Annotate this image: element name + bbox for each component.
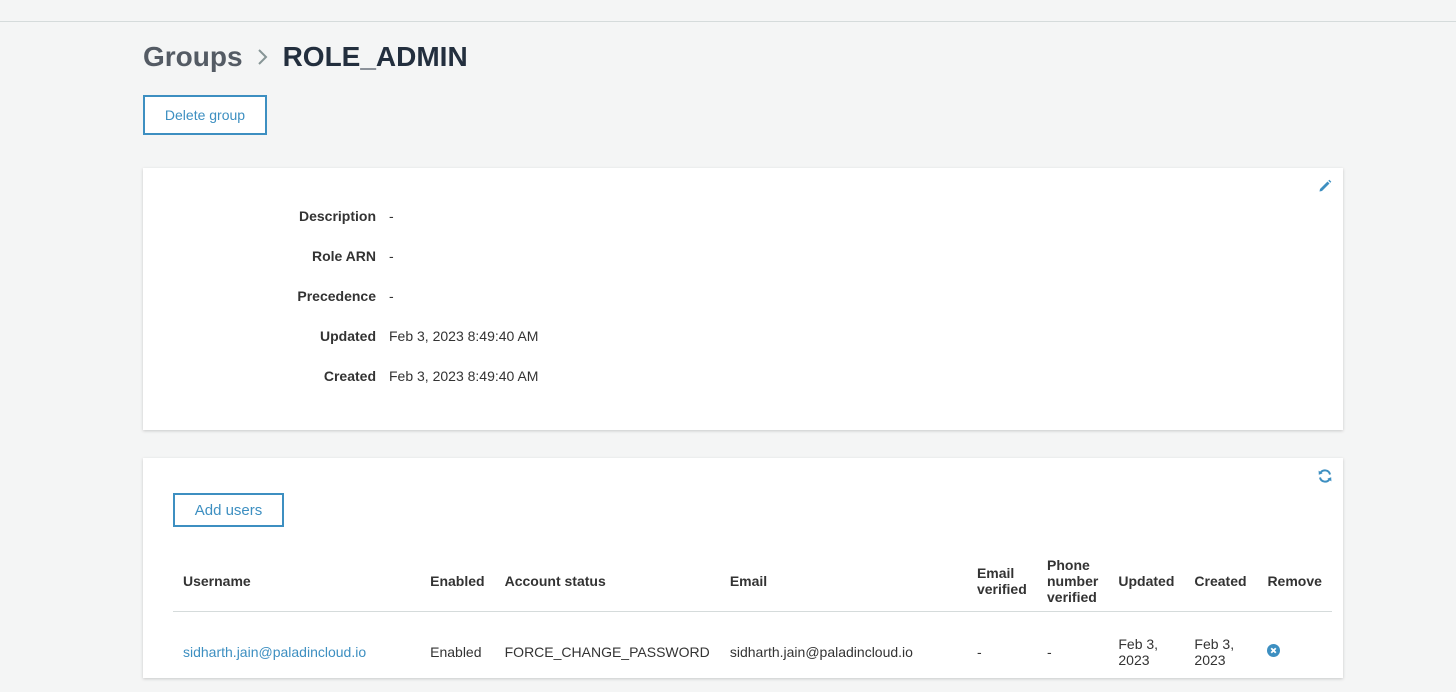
table-row: sidharth.jain@paladincloud.io Enabled FO…: [173, 612, 1332, 692]
column-header-updated[interactable]: Updated: [1108, 551, 1184, 612]
refresh-icon[interactable]: [1317, 468, 1333, 484]
email-cell: sidharth.jain@paladincloud.io: [720, 612, 967, 692]
role-arn-label: Role ARN: [143, 248, 376, 264]
detail-row-created: Created Feb 3, 2023 8:49:40 AM: [143, 366, 538, 386]
pencil-icon[interactable]: [1317, 178, 1333, 194]
email-verified-cell: -: [967, 612, 1037, 692]
page-title: ROLE_ADMIN: [283, 41, 468, 73]
chevron-right-icon: [249, 40, 277, 74]
created-cell: Feb 3, 2023: [1184, 612, 1257, 692]
created-label: Created: [143, 368, 376, 384]
column-header-email-verified[interactable]: Email verified: [967, 551, 1037, 612]
column-header-email[interactable]: Email: [720, 551, 967, 612]
account-status-cell: FORCE_CHANGE_PASSWORD: [495, 612, 720, 692]
column-header-remove: Remove: [1257, 551, 1332, 612]
column-header-phone-verified-line-2: number: [1047, 573, 1098, 589]
enabled-cell: Enabled: [420, 612, 495, 692]
updated-value: Feb 3, 2023 8:49:40 AM: [389, 328, 538, 344]
phone-verified-cell: -: [1037, 612, 1108, 692]
column-header-account-status[interactable]: Account status: [495, 551, 720, 612]
column-header-phone-verified-line-1: Phone: [1047, 557, 1090, 573]
detail-row-updated: Updated Feb 3, 2023 8:49:40 AM: [143, 326, 538, 346]
created-cell-line-1: Feb 3,: [1194, 636, 1234, 652]
updated-cell: Feb 3, 2023: [1108, 612, 1184, 692]
detail-row-role-arn: Role ARN -: [143, 246, 394, 266]
column-header-phone-verified[interactable]: Phone number verified: [1037, 551, 1108, 612]
top-bar: [0, 0, 1456, 22]
column-header-phone-verified-line-3: verified: [1047, 589, 1097, 605]
description-label: Description: [143, 208, 376, 224]
precedence-label: Precedence: [143, 288, 376, 304]
username-link[interactable]: sidharth.jain@paladincloud.io: [183, 644, 366, 660]
column-header-email-verified-line-1: Email: [977, 565, 1014, 581]
remove-cell: [1257, 612, 1332, 692]
created-cell-line-2: 2023: [1194, 652, 1225, 668]
role-arn-value: -: [389, 248, 394, 264]
column-header-created[interactable]: Created: [1184, 551, 1257, 612]
description-value: -: [389, 208, 394, 224]
table-header-row: Username Enabled Account status Email Em…: [173, 551, 1332, 612]
breadcrumb-groups-link[interactable]: Groups: [143, 41, 243, 73]
add-users-button[interactable]: Add users: [173, 493, 284, 527]
column-header-username[interactable]: Username: [173, 551, 420, 612]
users-table: Username Enabled Account status Email Em…: [173, 551, 1332, 692]
column-header-enabled[interactable]: Enabled: [420, 551, 495, 612]
group-users-panel: Add users Username Enabled Account statu…: [143, 458, 1343, 678]
created-value: Feb 3, 2023 8:49:40 AM: [389, 368, 538, 384]
column-header-email-verified-line-2: verified: [977, 581, 1027, 597]
remove-circle-icon[interactable]: [1267, 644, 1280, 657]
detail-row-precedence: Precedence -: [143, 286, 394, 306]
updated-cell-line-2: 2023: [1118, 652, 1149, 668]
breadcrumb: Groups ROLE_ADMIN: [143, 40, 468, 74]
updated-cell-line-1: Feb 3,: [1118, 636, 1158, 652]
delete-group-button[interactable]: Delete group: [143, 95, 267, 135]
detail-row-description: Description -: [143, 206, 394, 226]
group-details-panel: Description - Role ARN - Precedence - Up…: [143, 168, 1343, 430]
precedence-value: -: [389, 288, 394, 304]
updated-label: Updated: [143, 328, 376, 344]
